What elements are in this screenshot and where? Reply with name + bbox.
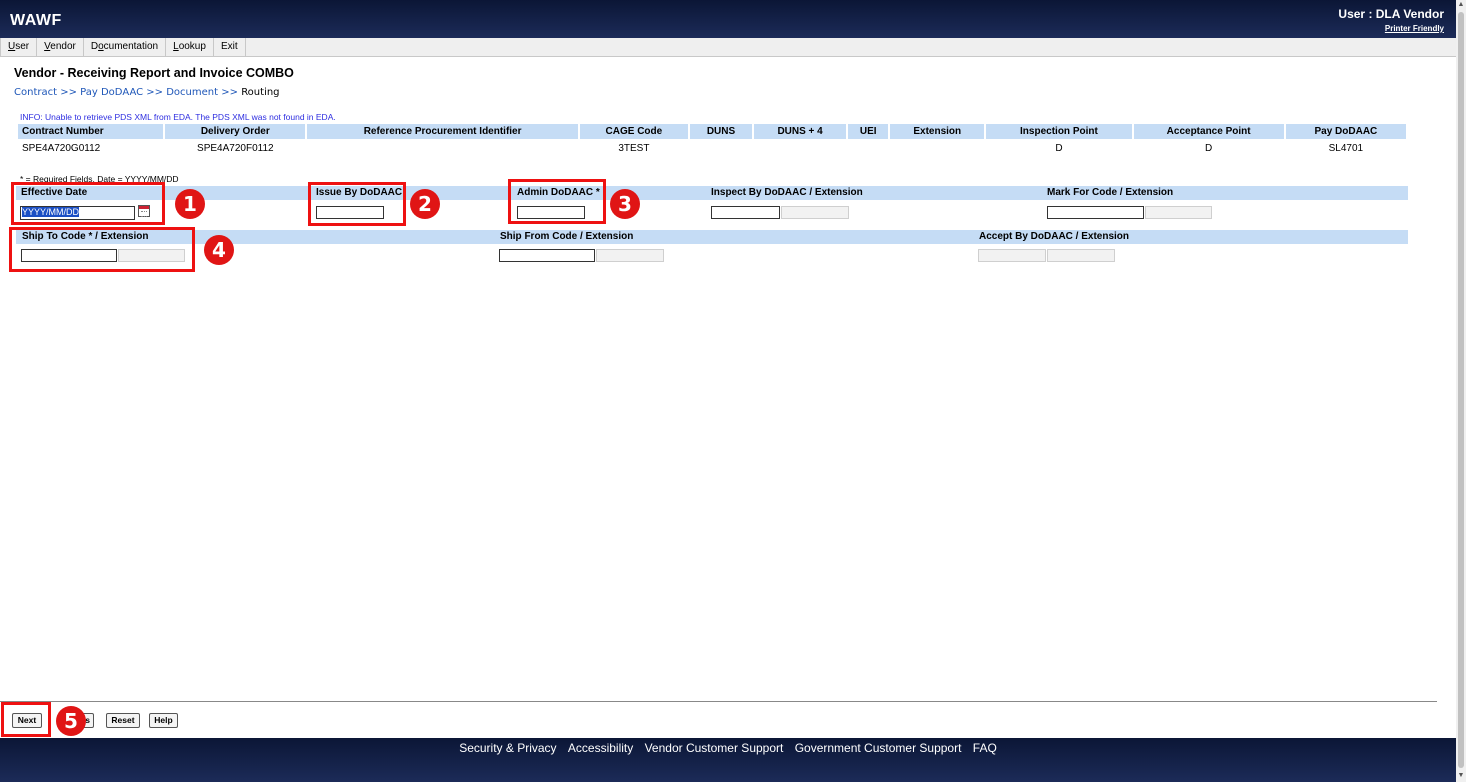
- step-badge-4: 4: [204, 235, 234, 265]
- col-delivery-order: Delivery Order: [165, 124, 306, 139]
- help-button[interactable]: Help: [149, 713, 178, 728]
- breadcrumb-document[interactable]: Document: [166, 87, 218, 98]
- menu-exit[interactable]: Exit: [214, 38, 246, 56]
- highlight-box-admin: [508, 179, 606, 224]
- col-inspection-point: Inspection Point: [986, 124, 1132, 139]
- accept-by-dodaac-label: Accept By DoDAAC / Extension: [979, 231, 1130, 242]
- step-badge-1: 1: [175, 189, 205, 219]
- app-header: [0, 0, 1456, 38]
- breadcrumb-separator: >>: [60, 87, 77, 98]
- inspect-by-extension-input: [781, 206, 849, 219]
- bottom-divider: [0, 701, 1437, 702]
- next-button[interactable]: Next: [12, 713, 42, 728]
- ship-from-code-label: Ship From Code / Extension: [500, 231, 634, 242]
- breadcrumb-separator: >>: [221, 87, 238, 98]
- app-logo: WAWF: [10, 12, 62, 29]
- col-contract-number: Contract Number: [18, 124, 164, 139]
- menu-lookup[interactable]: Lookup: [166, 38, 214, 56]
- footer-link-accessibility[interactable]: Accessibility: [568, 741, 633, 755]
- scroll-down-arrow-icon[interactable]: ▼: [1456, 771, 1466, 781]
- printer-friendly-link[interactable]: Printer Friendly: [1385, 24, 1444, 33]
- cell-duns: [690, 139, 752, 157]
- step-badge-5: 5: [56, 706, 86, 736]
- step-badge-2: 2: [410, 189, 440, 219]
- cell-contract-number: SPE4A720G0112: [22, 142, 101, 154]
- footer-link-government-support[interactable]: Government Customer Support: [795, 741, 962, 755]
- col-acceptance-point: Acceptance Point: [1133, 124, 1284, 139]
- col-duns: DUNS: [689, 124, 753, 139]
- scrollbar-thumb[interactable]: [1458, 12, 1464, 768]
- cell-inspection-point: D: [1055, 142, 1063, 154]
- cell-extension: [890, 139, 984, 157]
- cell-uei: [848, 139, 888, 157]
- breadcrumb-current: Routing: [241, 87, 280, 98]
- breadcrumb-separator: >>: [146, 87, 164, 98]
- highlight-box-issue-by: [308, 182, 406, 226]
- footer-link-vendor-support[interactable]: Vendor Customer Support: [645, 741, 784, 755]
- breadcrumb: Contract >> Pay DoDAAC >> Document >> Ro…: [14, 87, 280, 98]
- menu-user[interactable]: User: [0, 38, 38, 56]
- highlight-box-ship-to: [9, 227, 195, 272]
- inspect-by-dodaac-label: Inspect By DoDAAC / Extension: [711, 187, 863, 198]
- accept-by-extension-input: [1047, 249, 1115, 262]
- col-pay-dodaac: Pay DoDAAC: [1285, 124, 1406, 139]
- footer-link-security-privacy[interactable]: Security & Privacy: [459, 741, 556, 755]
- footer-links: Security & Privacy Accessibility Vendor …: [0, 741, 1456, 755]
- col-extension: Extension: [890, 124, 985, 139]
- menu-documentation[interactable]: Documentation: [84, 38, 167, 56]
- inspect-by-dodaac-input[interactable]: [711, 206, 780, 219]
- cell-pay-dodaac: SL4701: [1328, 142, 1364, 154]
- cell-duns-4: [754, 139, 846, 157]
- scroll-up-arrow-icon[interactable]: ▲: [1456, 0, 1466, 10]
- highlight-box-effective-date: [11, 182, 165, 225]
- step-badge-3: 3: [610, 189, 640, 219]
- cell-delivery-order: SPE4A720F0112: [197, 142, 274, 154]
- col-duns-4: DUNS + 4: [754, 124, 847, 139]
- footer-link-faq[interactable]: FAQ: [973, 741, 997, 755]
- info-message: INFO: Unable to retrieve PDS XML from ED…: [20, 112, 336, 122]
- breadcrumb-pay-dodaac[interactable]: Pay DoDAAC: [80, 87, 143, 98]
- col-reference-procurement-identifier: Reference Procurement Identifier: [307, 124, 578, 139]
- col-uei: UEI: [848, 124, 889, 139]
- cell-cage-code: 3TEST: [618, 142, 650, 154]
- col-cage-code: CAGE Code: [579, 124, 688, 139]
- mark-for-code-label: Mark For Code / Extension: [1047, 187, 1174, 198]
- ship-from-extension-input: [596, 249, 664, 262]
- breadcrumb-contract[interactable]: Contract: [14, 87, 57, 98]
- cell-reference-procurement-identifier: [307, 139, 577, 157]
- table-row: SPE4A720G0112 SPE4A720F0112 3TEST D D SL…: [18, 139, 1406, 157]
- menu-vendor[interactable]: Vendor: [37, 38, 84, 56]
- accept-by-dodaac-input: [978, 249, 1046, 262]
- contract-table: Contract Number Delivery Order Reference…: [16, 124, 1408, 157]
- cell-acceptance-point: D: [1205, 142, 1213, 154]
- page-title: Vendor - Receiving Report and Invoice CO…: [14, 66, 294, 80]
- mark-for-extension-input: [1145, 206, 1212, 219]
- user-label: User : DLA Vendor: [1338, 7, 1444, 21]
- menu-bar: User Vendor Documentation Lookup Exit: [0, 38, 1456, 57]
- mark-for-code-input[interactable]: [1047, 206, 1144, 219]
- reset-button[interactable]: Reset: [106, 713, 140, 728]
- ship-from-code-input[interactable]: [499, 249, 595, 262]
